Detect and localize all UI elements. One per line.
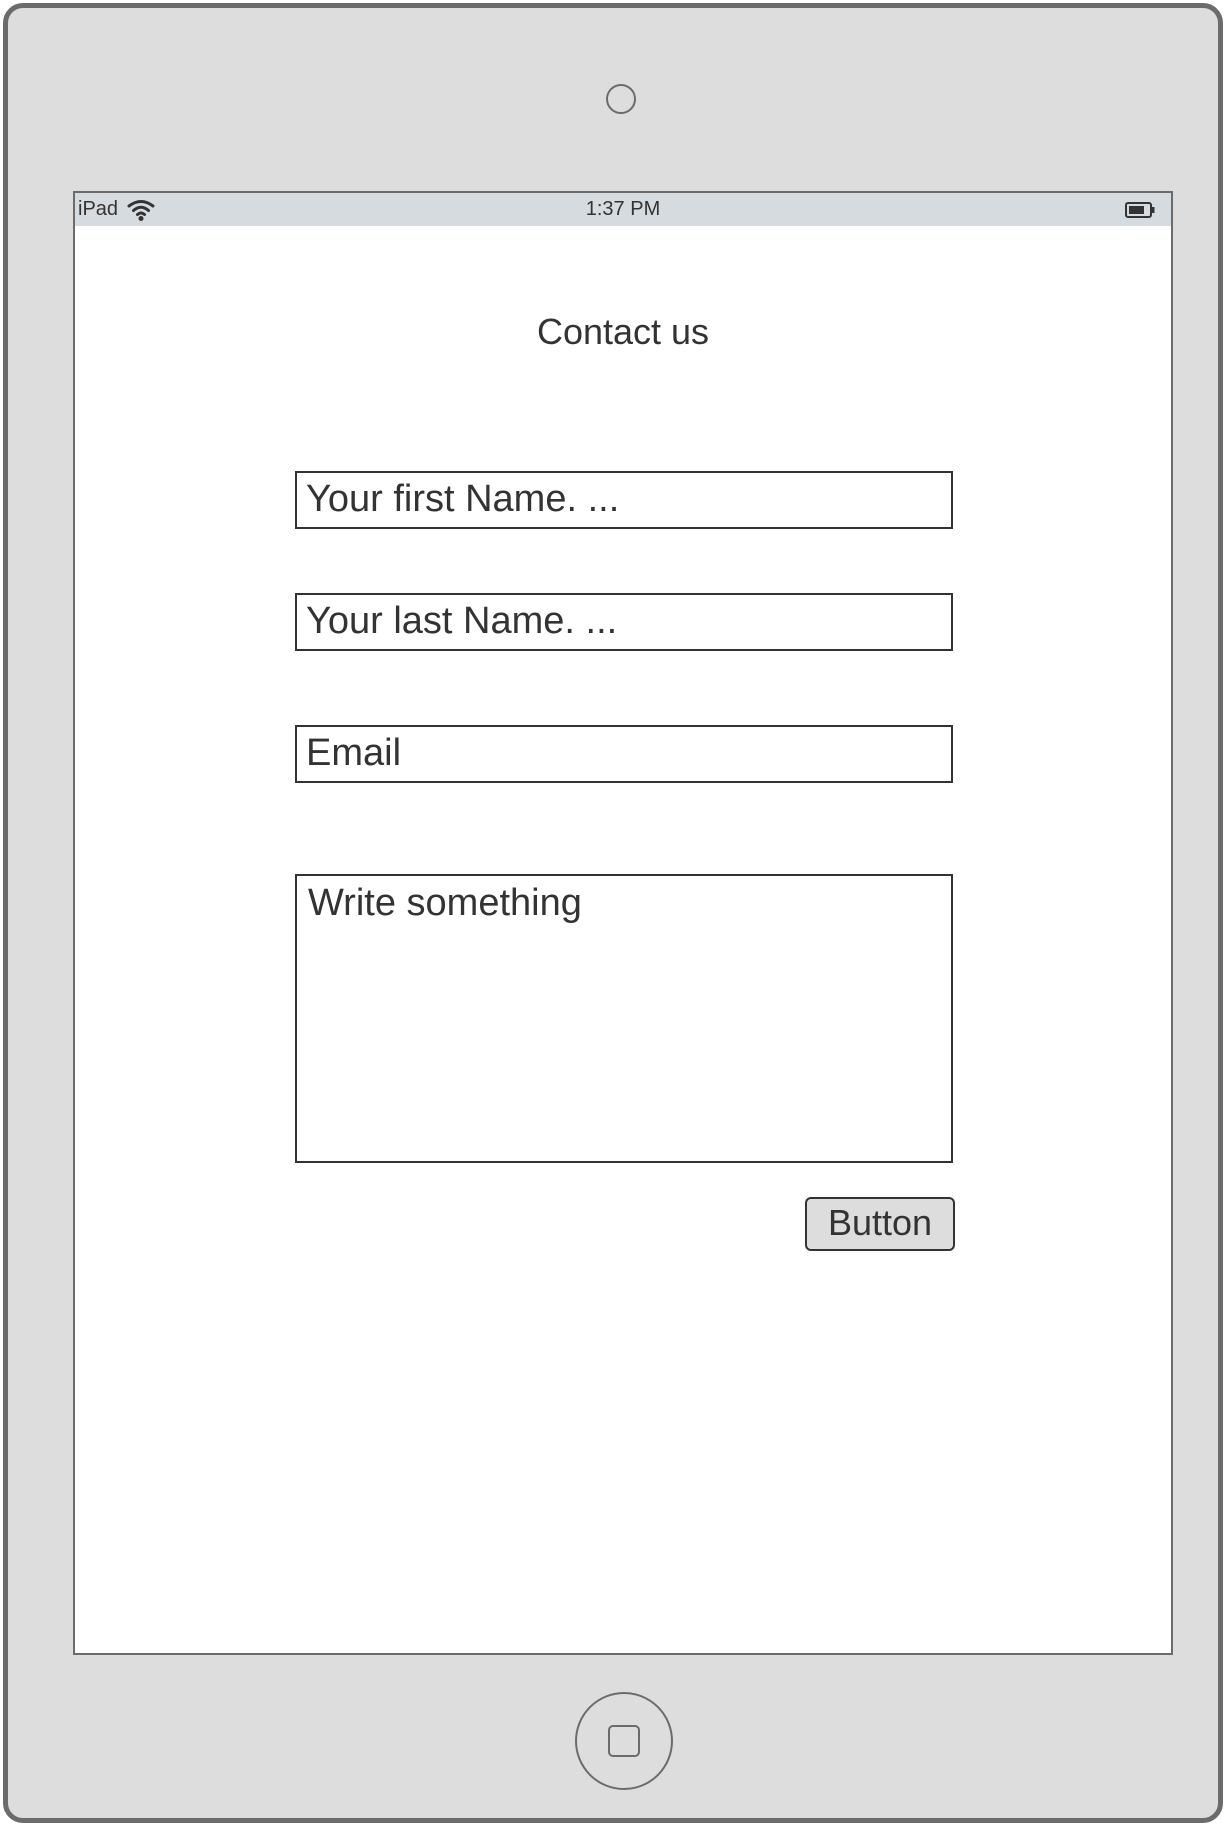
status-time: 1:37 PM: [585, 198, 661, 220]
last-name-input[interactable]: Your last Name. ...: [295, 593, 953, 651]
submit-button[interactable]: Button: [805, 1197, 955, 1251]
ipad-device-frame: iPad 1:37 PM Contact us Your first Name.…: [3, 3, 1223, 1823]
status-bar: iPad 1:37 PM: [75, 193, 1171, 226]
email-input[interactable]: Email: [295, 725, 953, 783]
home-square-icon: [608, 1725, 640, 1757]
page-title: Contact us: [536, 311, 710, 352]
battery-icon: [1125, 202, 1155, 218]
ipad-screen: iPad 1:37 PM Contact us Your first Name.…: [73, 191, 1173, 1655]
home-button-icon[interactable]: [575, 1692, 673, 1790]
camera-icon: [606, 84, 636, 114]
message-textarea[interactable]: Write something: [295, 874, 953, 1163]
first-name-input[interactable]: Your first Name. ...: [295, 471, 953, 529]
